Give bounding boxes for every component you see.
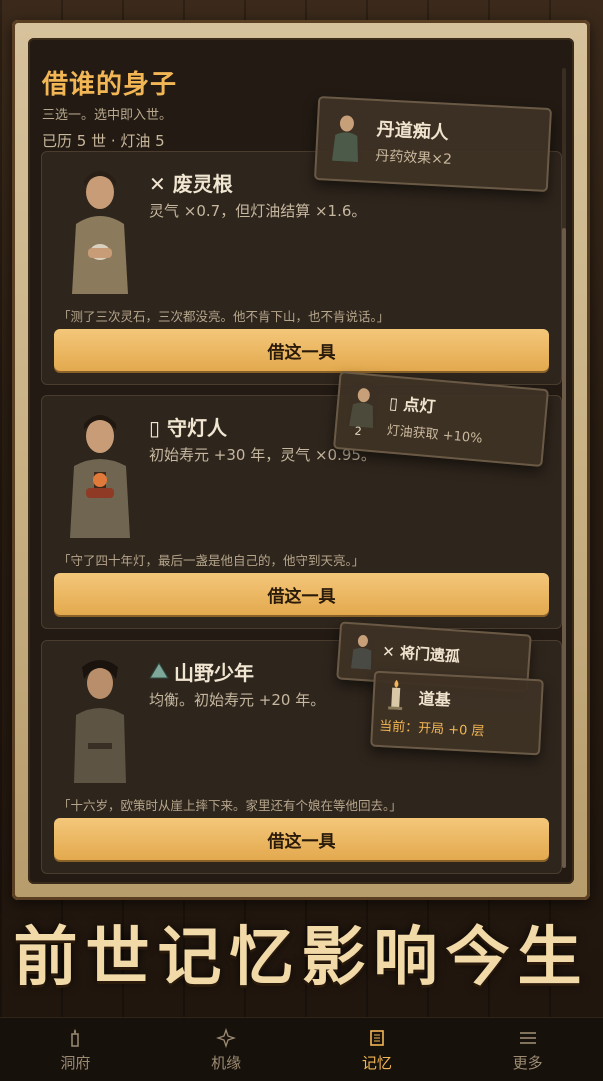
candle-icon — [67, 1027, 83, 1049]
nav-tab-more[interactable]: 更多 — [452, 1018, 603, 1081]
page-title: 借谁的身子 — [42, 70, 178, 100]
bottom-navigation: 洞府 机缘 记忆 更多 — [0, 1017, 603, 1081]
avatar — [347, 382, 379, 429]
tooltip-description: 当前：开局 +0 层 — [378, 718, 485, 740]
borrow-button[interactable]: 借这一具 — [54, 573, 549, 615]
portrait-lamp-keeper — [62, 408, 138, 540]
candle-icon — [388, 679, 403, 711]
card-name: ▯ 守灯人 — [149, 416, 227, 440]
nav-label: 更多 — [512, 1053, 543, 1072]
nav-tab-memory[interactable]: 记忆 — [302, 1018, 453, 1081]
borrow-button[interactable]: 借这一具 — [54, 818, 549, 860]
card-description: 均衡。初始寿元 +20 年。 — [149, 691, 326, 709]
avatar — [328, 108, 364, 163]
tooltip-badge: 2 — [354, 424, 363, 439]
card-quote: 「十六岁，欧策时从崖上摔下来。家里还有个娘在等他回去。」 — [58, 798, 402, 813]
memory-tooltip-foundation[interactable]: 道基 当前：开局 +0 层 — [370, 670, 544, 756]
nav-label: 记忆 — [361, 1053, 392, 1072]
card-quote: 「测了三次灵石，三次都没亮。他不肯下山，也不肯说话。」 — [58, 309, 390, 324]
promo-slogan: 前世记忆影响今生 — [13, 920, 590, 995]
memory-tooltip-alchemy[interactable]: 丹道痴人 丹药效果×2 — [313, 95, 553, 193]
tooltip-title: 丹道痴人 — [376, 119, 450, 144]
sparkle-icon — [216, 1027, 237, 1049]
borrow-button[interactable]: 借这一具 — [54, 329, 549, 371]
scrollbar-thumb[interactable] — [562, 228, 566, 868]
menu-icon — [518, 1027, 538, 1049]
tooltip-title: ▯ 点灯 — [388, 393, 437, 417]
portrait-waste-root — [62, 164, 138, 296]
nav-tab-fortune[interactable]: 机缘 — [151, 1018, 302, 1081]
mountain-icon — [149, 662, 169, 679]
tooltip-description: 灯油获取 +10% — [386, 423, 483, 447]
scroll-icon — [367, 1027, 387, 1049]
tooltip-description: 丹药效果×2 — [374, 148, 453, 168]
page-subtitle: 三选一。选中即入世。 — [42, 108, 173, 123]
lives-and-oil-counter: 已历 5 世 · 灯油 5 — [42, 132, 165, 150]
avatar — [349, 630, 376, 670]
nav-label: 洞府 — [60, 1053, 91, 1072]
tooltip-title: ✕ 将门遗孤 — [381, 642, 461, 666]
nav-tab-cave[interactable]: 洞府 — [0, 1018, 151, 1081]
nav-label: 机缘 — [211, 1053, 242, 1072]
card-name: ✕ 废灵根 — [149, 172, 233, 196]
tooltip-title: 道基 — [418, 688, 452, 710]
card-description: 灵气 ×0.7，但灯油结算 ×1.6。 — [149, 202, 367, 220]
card-name: 山野少年 — [174, 661, 254, 685]
portrait-mountain-youth — [62, 653, 138, 785]
card-quote: 「守了四十年灯，最后一盏是他自己的，他守到天亮。」 — [58, 553, 365, 568]
